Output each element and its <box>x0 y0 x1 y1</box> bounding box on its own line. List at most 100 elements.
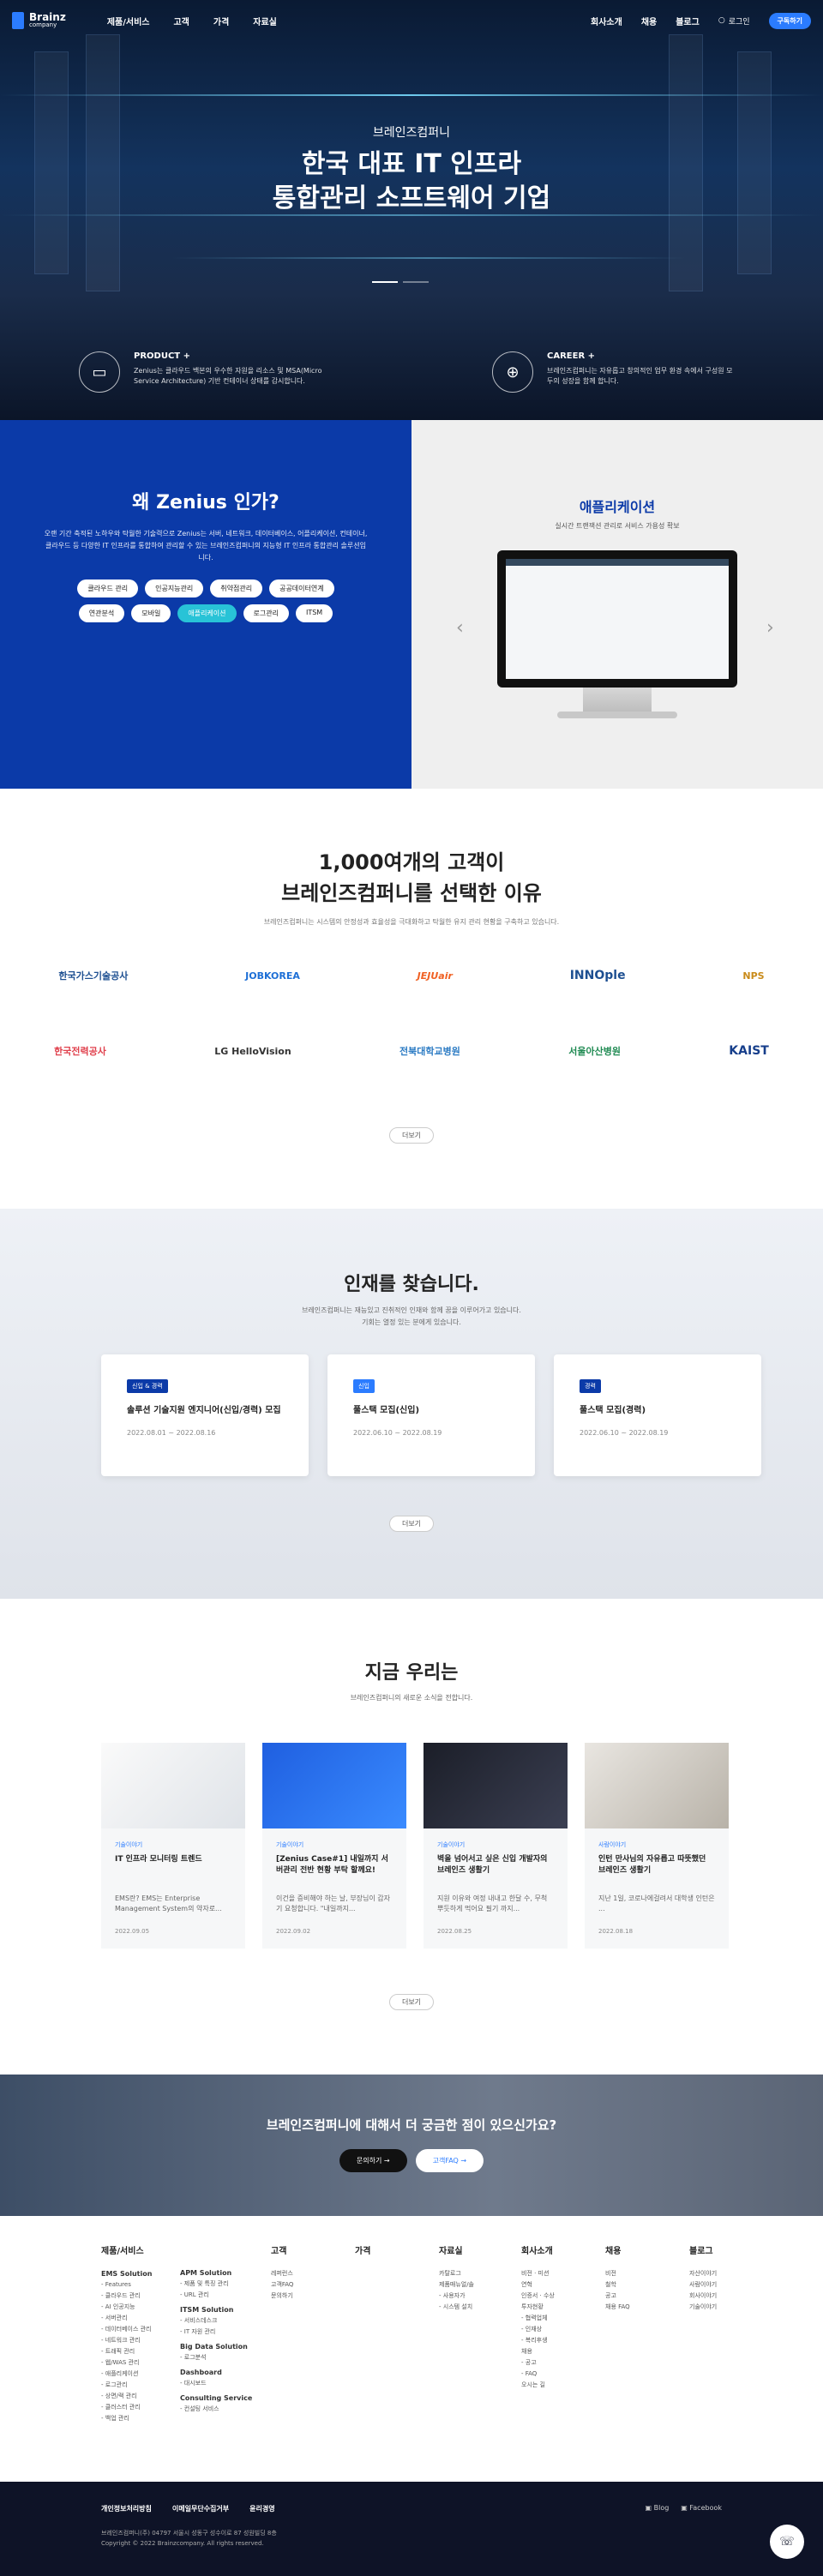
footer-link[interactable]: 투자현황 <box>521 2302 555 2313</box>
chip-public[interactable]: 공공데이터연계 <box>269 579 334 597</box>
footer-col-title[interactable]: 가격 <box>355 2243 370 2256</box>
footer-link[interactable]: - 로그분석 <box>180 2352 252 2363</box>
footer-link[interactable]: 공고 <box>605 2291 630 2302</box>
footer-link[interactable]: - 백업 관리 <box>101 2413 152 2424</box>
career-desc: 브레인즈컴퍼니는 자유롭고 창의적인 업무 환경 속에서 구성원 모두의 성장을… <box>547 367 733 385</box>
footer-link[interactable]: Big Data Solution <box>180 2341 252 2352</box>
career-title[interactable]: CAREER + <box>547 351 736 361</box>
footer-link[interactable]: 채용 <box>521 2346 555 2357</box>
slide-dot[interactable] <box>403 281 429 283</box>
footer-link[interactable]: 연혁 <box>521 2279 555 2291</box>
slide-dot-active[interactable] <box>372 281 398 283</box>
nav-products[interactable]: 제품/서비스 <box>107 15 150 27</box>
footer-link[interactable]: ITSM Solution <box>180 2304 252 2315</box>
email-policy-link[interactable]: 이메일무단수집거부 <box>172 2504 229 2513</box>
footer-link[interactable]: - 클라우드 관리 <box>101 2291 152 2302</box>
next-arrow-icon[interactable]: › <box>766 617 774 639</box>
login-link[interactable]: ○ 로그인 <box>718 15 750 27</box>
footer-link[interactable]: - 클러스터 관리 <box>101 2402 152 2413</box>
blog-link[interactable]: ▣ Blog <box>646 2504 670 2512</box>
career-card[interactable]: ⊕ CAREER + 브레인즈컴퍼니는 자유롭고 창의적인 업무 환경 속에서 구… <box>492 351 736 393</box>
facebook-link[interactable]: ▣ Facebook <box>681 2504 722 2512</box>
footer-link[interactable]: - IT 자원 관리 <box>180 2327 252 2338</box>
footer-link[interactable]: 고객FAQ <box>271 2279 293 2291</box>
footer-link[interactable]: 비전 <box>605 2268 630 2279</box>
footer-link[interactable]: 카탈로그 <box>439 2268 474 2279</box>
job-card[interactable]: 신입 풀스택 모집(신입) 2022.06.10 ~ 2022.08.19 <box>327 1354 535 1476</box>
footer-link[interactable]: - 사용자가 <box>439 2291 474 2302</box>
footer-link[interactable]: - 서버관리 <box>101 2313 152 2324</box>
chip-vuln[interactable]: 취약점관리 <box>210 579 263 597</box>
job-card[interactable]: 신입 & 경력 솔루션 기술지원 엔지니어(신입/경력) 모집 2022.08.01… <box>101 1354 309 1476</box>
footer-link[interactable]: - 시스템 설치 <box>439 2302 474 2313</box>
product-title[interactable]: PRODUCT + <box>134 351 322 361</box>
contact-button[interactable]: 문의하기 → <box>339 2149 407 2172</box>
footer-link[interactable]: Consulting Service <box>180 2393 252 2404</box>
footer-link[interactable]: 철학 <box>605 2279 630 2291</box>
nav-resources[interactable]: 자료실 <box>253 15 277 27</box>
product-card[interactable]: ▭ PRODUCT + Zenius는 클라우드 백본의 우수한 자원을 리소스 … <box>79 351 322 393</box>
footer-link[interactable]: 레퍼런스 <box>271 2268 293 2279</box>
ethics-link[interactable]: 윤리경영 <box>249 2504 274 2513</box>
recruit-more-button[interactable]: 더보기 <box>388 1516 435 1532</box>
footer-link[interactable]: 비전 · 미션 <box>521 2268 555 2279</box>
brand-logo[interactable]: Brainz company <box>12 12 66 29</box>
footer-link[interactable]: APM Solution <box>180 2267 252 2279</box>
chip-cloud[interactable]: 클라우드 관리 <box>77 579 139 597</box>
footer-link[interactable]: - 공고 <box>521 2357 555 2369</box>
chip-mobile[interactable]: 모바일 <box>131 604 171 622</box>
nav-careers[interactable]: 채용 <box>641 15 657 27</box>
footer-link[interactable]: 채용 FAQ <box>605 2302 630 2313</box>
chip-ai[interactable]: 인공지능관리 <box>145 579 204 597</box>
footer-link[interactable]: - URL 관리 <box>180 2290 252 2301</box>
footer-link[interactable]: 사람이야기 <box>689 2279 717 2291</box>
privacy-link[interactable]: 개인정보처리방침 <box>101 2504 152 2513</box>
footer-link[interactable]: - 로그관리 <box>101 2380 152 2391</box>
post-card[interactable]: 사람이야기 인턴 만사님의 자유롭고 따뜻했던 브레인즈 생활기 지난 1일, … <box>585 1743 729 1949</box>
nav-about[interactable]: 회사소개 <box>591 15 622 27</box>
footer-link[interactable]: - 애플리케이션 <box>101 2369 152 2380</box>
news-more-button[interactable]: 더보기 <box>388 1994 435 2010</box>
footer-link[interactable]: - 협력업체 <box>521 2313 555 2324</box>
prev-arrow-icon[interactable]: ‹ <box>456 617 464 639</box>
footer-link[interactable]: - 상면/랙 관리 <box>101 2391 152 2402</box>
post-card[interactable]: 기술이야기 벽을 넘어서고 싶은 신입 개발자의 브레인즈 생활기 지원 이유와… <box>424 1743 568 1949</box>
chip-application[interactable]: 애플리케이션 <box>177 604 237 622</box>
footer-link[interactable]: - AI 인공지능 <box>101 2302 152 2313</box>
footer-link[interactable]: 회사이야기 <box>689 2291 717 2302</box>
nav-pricing[interactable]: 가격 <box>213 15 229 27</box>
chip-analysis[interactable]: 연관분석 <box>78 604 125 622</box>
footer-link[interactable]: EMS Solution <box>101 2268 152 2279</box>
post-card[interactable]: 기술이야기 IT 인프라 모니터링 트렌드 EMS란? EMS는 Enterpr… <box>101 1743 245 1949</box>
footer-link[interactable]: 오시는 길 <box>521 2380 555 2391</box>
footer-link[interactable]: Dashboard <box>180 2367 252 2378</box>
footer-link[interactable]: - 트래픽 관리 <box>101 2346 152 2357</box>
hero-slide-indicator[interactable] <box>372 281 429 283</box>
footer-link[interactable]: - Features <box>101 2279 152 2291</box>
footer-link[interactable]: 제품매뉴얼/솔 <box>439 2279 474 2291</box>
footer-link[interactable]: - FAQ <box>521 2369 555 2380</box>
footer-link[interactable]: 기술이야기 <box>689 2302 717 2313</box>
subscribe-button[interactable]: 구독하기 <box>768 12 811 29</box>
post-card[interactable]: 기술이야기 [Zenius Case#1] 내일까지 서버관리 전반 현황 부탁… <box>262 1743 406 1949</box>
footer-link[interactable]: 자산이야기 <box>689 2268 717 2279</box>
chip-itsm[interactable]: ITSM <box>295 604 333 622</box>
footer-link[interactable]: - 복리후생 <box>521 2335 555 2346</box>
nav-customers[interactable]: 고객 <box>173 15 189 27</box>
footer-link[interactable]: - 데이터베이스 관리 <box>101 2324 152 2335</box>
customers-more-button[interactable]: 더보기 <box>388 1127 435 1144</box>
footer-link[interactable]: - 대시보드 <box>180 2378 252 2389</box>
footer-link[interactable]: 문의하기 <box>271 2291 293 2302</box>
chat-support-icon[interactable]: ☏ <box>770 2525 804 2559</box>
footer-link[interactable]: - 인재상 <box>521 2324 555 2335</box>
footer-link[interactable]: - 서비스데스크 <box>180 2315 252 2327</box>
nav-blog[interactable]: 블로그 <box>676 15 700 27</box>
chip-log[interactable]: 로그관리 <box>243 604 289 622</box>
footer-link[interactable]: - 제품 및 특징 관리 <box>180 2279 252 2290</box>
footer-link[interactable]: 인증서 · 수상 <box>521 2291 555 2302</box>
footer-link[interactable]: - 컨설팅 서비스 <box>180 2404 252 2415</box>
footer-link[interactable]: - 네트워크 관리 <box>101 2335 152 2346</box>
faq-button[interactable]: 고객FAQ → <box>415 2149 484 2172</box>
footer-link[interactable]: - 웹/WAS 관리 <box>101 2357 152 2369</box>
job-card[interactable]: 경력 풀스택 모집(경력) 2022.06.10 ~ 2022.08.19 <box>554 1354 761 1476</box>
